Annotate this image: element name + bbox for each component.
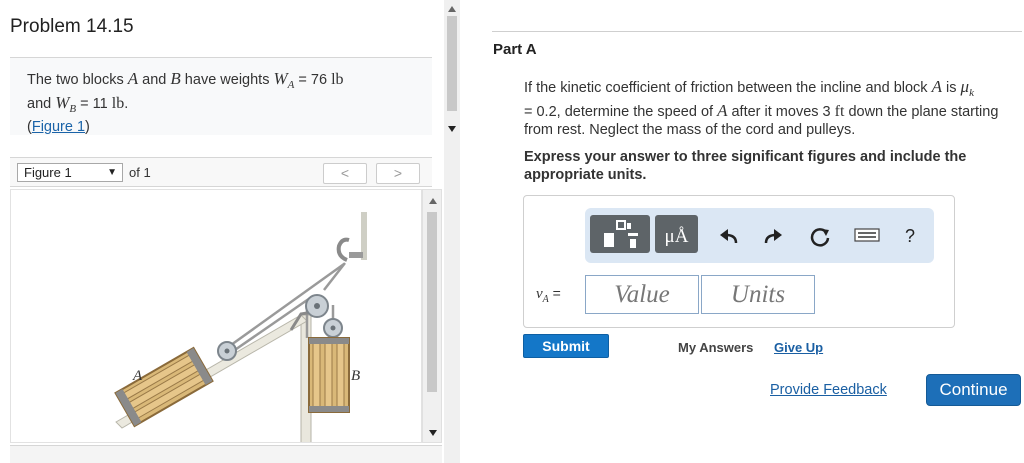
- bottom-divider: [10, 445, 442, 463]
- give-up-link[interactable]: Give Up: [774, 340, 823, 355]
- figure-select[interactable]: Figure 1 ▼: [17, 163, 123, 182]
- mu-symbol: μ: [960, 77, 970, 96]
- block-b: [308, 337, 350, 413]
- part-divider: [492, 31, 1022, 32]
- pulley-system-figure: A B: [114, 212, 367, 442]
- figure-1-link[interactable]: Figure 1: [32, 119, 85, 135]
- scroll-down-icon[interactable]: [448, 126, 456, 132]
- label-b: B: [351, 368, 360, 384]
- hook: [336, 237, 350, 262]
- scroll-thumb[interactable]: [427, 212, 437, 392]
- units-input[interactable]: Units: [701, 275, 815, 314]
- scroll-up-icon[interactable]: [429, 198, 437, 204]
- question-text: If the kinetic coefficient of friction b…: [524, 77, 999, 138]
- answer-instruction: Express your answer to three significant…: [524, 149, 967, 183]
- var-b: B: [170, 69, 181, 88]
- scroll-up-icon[interactable]: [448, 6, 456, 12]
- scroll-thumb[interactable]: [447, 16, 457, 111]
- answer-variable-label: vA =: [536, 285, 561, 305]
- submit-button[interactable]: Submit: [523, 334, 609, 358]
- weight-a-unit: lb: [331, 71, 344, 88]
- weight-b-unit: lb: [111, 94, 125, 112]
- figure-count: of 1: [129, 165, 151, 180]
- left-pane-scrollbar[interactable]: [444, 0, 460, 463]
- value-input[interactable]: Value: [585, 275, 699, 314]
- continue-button[interactable]: Continue: [926, 374, 1021, 406]
- scroll-down-icon[interactable]: [429, 430, 437, 436]
- redo-icon[interactable]: [762, 227, 784, 252]
- prev-figure-button[interactable]: <: [323, 163, 367, 184]
- templates-button[interactable]: [590, 215, 650, 253]
- part-title: Part A: [493, 41, 537, 58]
- keyboard-icon[interactable]: [854, 227, 880, 248]
- figure-viewport: A B: [10, 189, 422, 443]
- weight-a-symbol: W: [273, 69, 288, 88]
- next-figure-button[interactable]: >: [376, 163, 420, 184]
- my-answers-label: My Answers: [678, 340, 754, 355]
- help-icon[interactable]: ?: [905, 226, 915, 247]
- weight-b-symbol: W: [55, 92, 70, 112]
- undo-icon[interactable]: [718, 227, 740, 252]
- units-button[interactable]: μÅ: [655, 215, 698, 253]
- problem-statement: The two blocks A and B have weights WA =…: [27, 69, 344, 135]
- provide-feedback-link[interactable]: Provide Feedback: [770, 382, 887, 398]
- var-a: A: [127, 69, 139, 88]
- figure-scrollbar[interactable]: [422, 189, 442, 443]
- label-a: A: [132, 368, 143, 384]
- weight-b-value: = 11: [76, 95, 112, 112]
- dropdown-arrow-icon: ▼: [107, 167, 117, 178]
- template-icon: [604, 220, 638, 248]
- reset-icon[interactable]: [810, 227, 832, 254]
- block-a: [114, 346, 214, 428]
- weight-a-value: = 76: [294, 72, 332, 88]
- problem-title: Problem 14.15: [10, 16, 134, 37]
